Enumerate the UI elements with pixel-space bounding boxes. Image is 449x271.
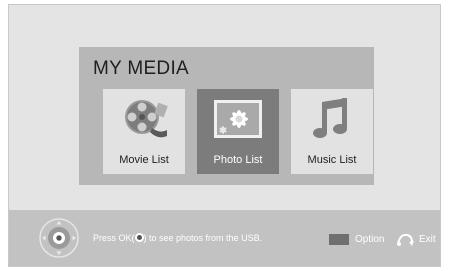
photo-list-label: Photo List <box>213 154 263 166</box>
option-button-icon[interactable] <box>329 234 349 245</box>
help-bar: Press OK( ) to see photos from the USB. O… <box>9 210 440 266</box>
photo-list-tile[interactable]: Photo List <box>197 89 279 174</box>
ok-button-icon <box>134 233 144 242</box>
remote-dpad-icon <box>39 218 79 258</box>
ok-hint-text: Press OK( ) to see photos from the USB. <box>93 233 262 243</box>
movie-list-label: Movie List <box>119 154 169 166</box>
film-reel-icon <box>103 94 185 144</box>
music-list-label: Music List <box>307 154 357 166</box>
tv-screen: MY MEDIA Movie List Photo List Music Lis… <box>8 4 441 267</box>
music-note-icon <box>291 94 373 144</box>
exit-label: Exit <box>419 234 436 245</box>
page-title: MY MEDIA <box>93 58 190 79</box>
option-label: Option <box>355 234 385 245</box>
movie-list-tile[interactable]: Movie List <box>103 89 185 174</box>
hint-text-start: Press OK( <box>93 233 135 243</box>
hint-text-end: ) to see photos from the USB. <box>143 233 263 243</box>
photo-icon <box>197 94 279 144</box>
exit-back-icon[interactable] <box>396 231 414 247</box>
music-list-tile[interactable]: Music List <box>291 89 373 174</box>
my-media-panel: MY MEDIA Movie List Photo List Music Lis… <box>79 47 374 185</box>
